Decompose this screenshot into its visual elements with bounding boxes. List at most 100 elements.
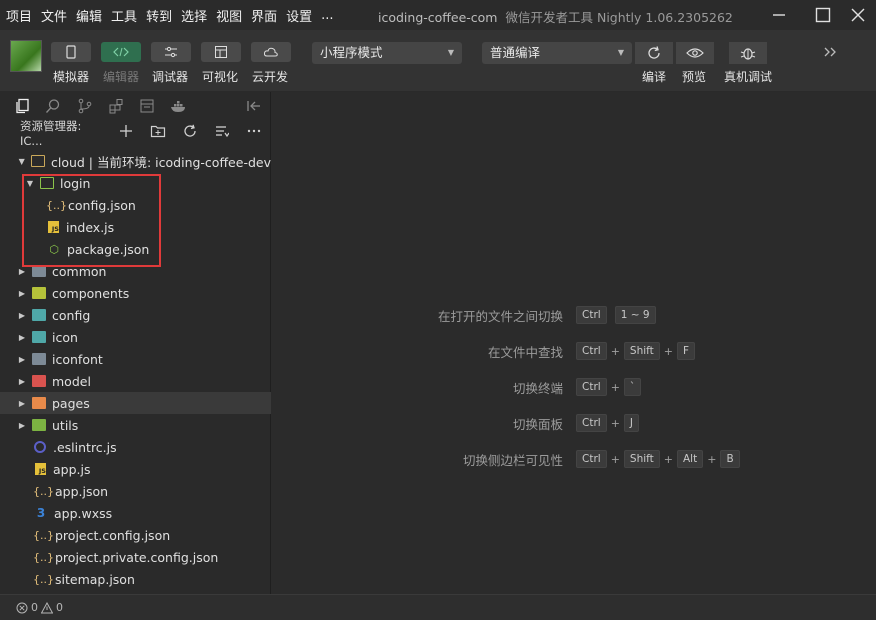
real-device-debug-button[interactable] xyxy=(729,42,767,64)
tab-docker[interactable] xyxy=(163,92,194,120)
collapse-all-button[interactable] xyxy=(206,124,238,142)
tree-item-label: app.wxss xyxy=(54,505,113,521)
compile-select-value: 普通编译 xyxy=(490,45,541,60)
visual-button[interactable] xyxy=(201,42,241,62)
files-icon xyxy=(16,98,29,114)
outline-icon xyxy=(140,99,154,113)
folder-icon xyxy=(32,353,46,365)
key: ` xyxy=(623,378,642,396)
chevron-right-icon: ▶ xyxy=(18,288,26,298)
cloud-button[interactable] xyxy=(251,42,291,62)
menu-goto[interactable]: 转到 xyxy=(146,6,172,25)
tree-file-eslintrc[interactable]: .eslintrc.js xyxy=(0,436,271,458)
tree-folder-cloud[interactable]: ▼ cloud | 当前环境: icoding-coffee-dev xyxy=(0,150,271,172)
more-tools-button[interactable] xyxy=(820,42,840,62)
tree-folder-icon[interactable]: ▶ icon xyxy=(0,326,271,348)
close-button[interactable] xyxy=(841,0,875,30)
layout-icon xyxy=(215,46,227,58)
chevron-right-icon: ▶ xyxy=(18,266,26,276)
more-horizontal-icon xyxy=(247,129,261,133)
double-chevron-right-icon xyxy=(824,47,836,57)
status-bar: 0 0 xyxy=(0,594,876,620)
compile-label: 编译 xyxy=(642,70,667,84)
new-file-button[interactable] xyxy=(110,124,142,142)
tree-item-label: .eslintrc.js xyxy=(53,439,117,455)
debugger-button[interactable] xyxy=(151,42,191,62)
cloud-icon xyxy=(263,47,278,57)
key: Ctrl xyxy=(576,378,607,396)
tree-item-label: model xyxy=(52,373,91,389)
shortcut-keys: Ctrl + ` xyxy=(576,378,642,396)
mode-select[interactable]: 小程序模式 ▼ xyxy=(312,42,462,64)
shortcut-label: 切换终端 xyxy=(512,381,563,396)
json-file-icon: {..} xyxy=(33,528,54,542)
shortcut-keys: Ctrl 1 ~ 9 xyxy=(576,306,656,324)
tree-folder-config[interactable]: ▶ config xyxy=(0,304,271,326)
tree-folder-model[interactable]: ▶ model xyxy=(0,370,271,392)
tree-item-label: iconfont xyxy=(52,351,103,367)
tree-folder-pages[interactable]: ▶ pages xyxy=(0,392,271,414)
error-count: 0 xyxy=(31,601,38,614)
tree-file-project-private-config[interactable]: {..} project.private.config.json xyxy=(0,546,271,568)
menu-interface[interactable]: 界面 xyxy=(251,6,277,25)
toolbar: 模拟器 编辑器 调试器 可视化 云开发 小程序模式 ▼ 普通编译 ▼ 编译 预览… xyxy=(0,30,876,92)
tab-explorer[interactable] xyxy=(6,92,37,120)
tree-folder-iconfont[interactable]: ▶ iconfont xyxy=(0,348,271,370)
debugger-label: 调试器 xyxy=(152,70,189,84)
tree-folder-utils[interactable]: ▶ utils xyxy=(0,414,271,436)
tree-item-label: cloud | 当前环境: icoding-coffee-dev xyxy=(50,154,271,170)
menu-settings[interactable]: 设置 xyxy=(286,6,312,25)
maximize-button[interactable] xyxy=(806,0,840,30)
new-folder-icon xyxy=(150,125,166,138)
mode-select-value: 小程序模式 xyxy=(320,45,383,60)
key: F xyxy=(677,342,696,360)
highlight-box xyxy=(22,174,161,267)
tab-source-control[interactable] xyxy=(69,92,100,120)
shortcut-label: 在打开的文件之间切换 xyxy=(437,309,563,324)
tab-search[interactable] xyxy=(37,92,68,120)
tree-file-app-js[interactable]: JS app.js xyxy=(0,458,271,480)
menu-project[interactable]: 项目 xyxy=(6,6,32,25)
new-folder-button[interactable] xyxy=(142,124,174,142)
menu-tools[interactable]: 工具 xyxy=(111,6,137,25)
refresh-explorer-button[interactable] xyxy=(174,124,206,142)
simulator-label: 模拟器 xyxy=(53,70,90,84)
preview-button[interactable] xyxy=(676,42,714,64)
avatar[interactable] xyxy=(10,40,42,72)
tree-file-project-config[interactable]: {..} project.config.json xyxy=(0,524,271,546)
key: Shift xyxy=(623,342,660,360)
caret-down-icon: ▼ xyxy=(447,48,454,57)
tree-file-app-json[interactable]: {..} app.json xyxy=(0,480,271,502)
warning-icon xyxy=(41,601,53,613)
collapse-sidebar-button[interactable] xyxy=(239,92,270,120)
css-file-icon: 3 xyxy=(36,506,46,520)
collapse-all-icon xyxy=(216,126,230,138)
json-file-icon: {..} xyxy=(33,484,54,498)
simulator-button[interactable] xyxy=(51,42,91,62)
key: B xyxy=(720,450,740,468)
menu-view[interactable]: 视图 xyxy=(216,6,242,25)
problems-indicator[interactable]: 0 0 xyxy=(16,601,63,614)
refresh-icon xyxy=(184,124,196,137)
compile-button[interactable] xyxy=(635,42,673,64)
tree-folder-components[interactable]: ▶ components xyxy=(0,282,271,304)
tree-item-label: components xyxy=(52,285,130,301)
menu-select[interactable]: 选择 xyxy=(181,6,207,25)
tree-file-app-wxss[interactable]: 3 app.wxss xyxy=(0,502,271,524)
shortcut-keys: Ctrl + Shift + Alt + B xyxy=(576,450,740,468)
tab-extensions[interactable] xyxy=(100,92,131,120)
menu-file[interactable]: 文件 xyxy=(41,6,67,25)
menu-bar: 项目 文件 编辑 工具 转到 选择 视图 界面 设置 ... xyxy=(0,0,343,30)
chevron-down-icon: ▼ xyxy=(18,156,25,166)
shortcut-label: 切换面板 xyxy=(512,417,563,432)
more-actions-button[interactable] xyxy=(238,124,270,142)
tree-file-sitemap[interactable]: {..} sitemap.json xyxy=(0,568,271,590)
minimize-button[interactable] xyxy=(762,0,796,30)
close-icon xyxy=(851,8,865,22)
tab-outline[interactable] xyxy=(132,92,163,120)
editor-button[interactable] xyxy=(101,42,141,62)
menu-edit[interactable]: 编辑 xyxy=(76,6,102,25)
extensions-icon xyxy=(109,99,123,114)
compile-select[interactable]: 普通编译 ▼ xyxy=(482,42,632,64)
menu-more[interactable]: ... xyxy=(321,8,333,23)
